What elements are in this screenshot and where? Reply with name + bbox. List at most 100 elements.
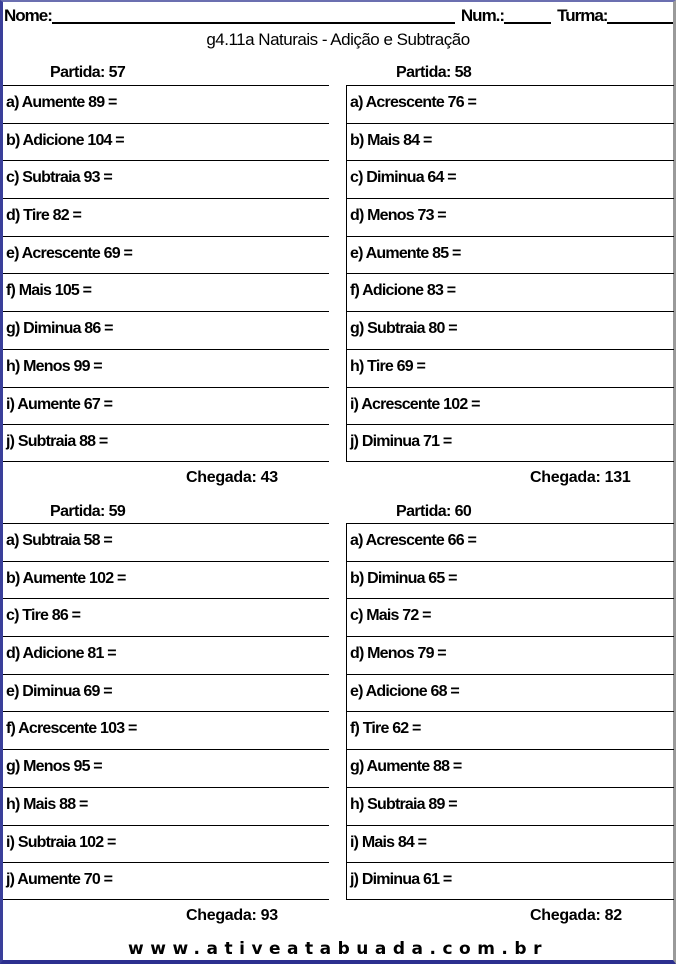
exercise-row[interactable]: b) Mais 84 = bbox=[347, 122, 674, 161]
exercise-row[interactable]: h) Menos 99 = bbox=[3, 348, 329, 387]
exercise-text: d) Menos 79 = bbox=[350, 645, 447, 663]
exercise-text: h) Subtraia 89 = bbox=[350, 795, 458, 813]
chegada-label: Chegada: 131 bbox=[530, 469, 631, 486]
exercise-text: d) Tire 82 = bbox=[6, 207, 82, 225]
student-info-header: Nome: Num.: Turma: bbox=[4, 2, 673, 26]
exercise-row[interactable]: c) Subtraia 93 = bbox=[3, 160, 329, 198]
exercise-block-4: a) Acrescente 66 = b) Diminua 65 = c) Ma… bbox=[346, 523, 674, 900]
exercise-row[interactable]: a) Acrescente 66 = bbox=[347, 523, 674, 561]
exercise-text: h) Mais 88 = bbox=[6, 795, 88, 813]
exercise-row[interactable]: c) Tire 86 = bbox=[3, 598, 329, 636]
exercise-text: i) Acrescente 102 = bbox=[350, 395, 480, 413]
num-label: Num.: bbox=[460, 6, 505, 25]
exercise-text: a) Aumente 89 = bbox=[6, 94, 117, 111]
exercise-row[interactable]: d) Tire 82 = bbox=[3, 198, 329, 236]
exercise-block-2: a) Acrescente 76 = b) Mais 84 = c) Dimin… bbox=[346, 85, 674, 462]
exercise-row[interactable]: j) Aumente 70 = bbox=[3, 862, 329, 900]
partida-label: Partida: 57 bbox=[50, 64, 126, 81]
chegada-label: Chegada: 93 bbox=[186, 907, 278, 924]
exercise-row[interactable]: e) Adicione 68 = bbox=[347, 673, 674, 712]
exercise-row[interactable]: b) Aumente 102 = bbox=[3, 560, 329, 599]
exercise-text: g) Aumente 88 = bbox=[350, 758, 462, 776]
exercise-text: g) Subtraia 80 = bbox=[350, 320, 458, 338]
chegada-label: Chegada: 43 bbox=[186, 469, 278, 486]
exercise-text: a) Subtraia 58 = bbox=[6, 532, 113, 549]
exercise-row[interactable]: j) Diminua 71 = bbox=[347, 424, 674, 462]
exercise-row[interactable]: e) Diminua 69 = bbox=[3, 673, 329, 712]
exercise-row[interactable]: e) Acrescente 69 = bbox=[3, 235, 329, 274]
exercise-row[interactable]: g) Menos 95 = bbox=[3, 749, 329, 787]
exercise-row[interactable]: g) Subtraia 80 = bbox=[347, 311, 674, 349]
exercise-text: f) Tire 62 = bbox=[350, 720, 421, 738]
exercise-text: j) Aumente 70 = bbox=[6, 871, 113, 889]
exercise-row[interactable]: a) Aumente 89 = bbox=[3, 85, 329, 123]
exercise-row[interactable]: d) Menos 79 = bbox=[347, 636, 674, 674]
turma-label: Turma: bbox=[557, 6, 608, 25]
worksheet-title: g4.11a Naturais - Adição e Subtração bbox=[206, 30, 470, 49]
exercise-row[interactable]: i) Mais 84 = bbox=[347, 824, 674, 863]
exercise-row[interactable]: h) Tire 69 = bbox=[347, 348, 674, 387]
exercise-row[interactable]: h) Mais 88 = bbox=[3, 786, 329, 825]
exercise-row[interactable]: f) Adicione 83 = bbox=[347, 273, 674, 311]
exercise-row[interactable]: i) Acrescente 102 = bbox=[347, 386, 674, 425]
exercise-text: h) Tire 69 = bbox=[350, 357, 426, 375]
exercise-text: f) Mais 105 = bbox=[6, 282, 92, 300]
exercise-text: g) Diminua 86 = bbox=[6, 320, 114, 338]
exercise-text: b) Mais 84 = bbox=[350, 131, 432, 149]
exercise-text: i) Subtraia 102 = bbox=[6, 833, 116, 851]
exercise-text: h) Menos 99 = bbox=[6, 357, 103, 375]
exercise-row[interactable]: f) Acrescente 103 = bbox=[3, 711, 329, 749]
exercise-text: b) Diminua 65 = bbox=[350, 569, 458, 587]
exercise-row[interactable]: h) Subtraia 89 = bbox=[347, 786, 674, 825]
exercise-text: c) Subtraia 93 = bbox=[6, 169, 113, 187]
partida-label: Partida: 59 bbox=[50, 503, 126, 520]
exercise-row[interactable]: f) Tire 62 = bbox=[347, 711, 674, 749]
exercise-text: i) Aumente 67 = bbox=[6, 395, 113, 413]
exercise-row[interactable]: d) Menos 73 = bbox=[347, 198, 674, 236]
exercise-text: c) Mais 72 = bbox=[350, 607, 431, 625]
chegada-label: Chegada: 82 bbox=[530, 907, 622, 924]
exercise-row[interactable]: j) Diminua 61 = bbox=[347, 862, 674, 900]
exercise-text: f) Acrescente 103 = bbox=[6, 720, 137, 738]
exercise-text: a) Acrescente 76 = bbox=[350, 94, 477, 111]
exercise-row[interactable]: d) Adicione 81 = bbox=[3, 636, 329, 674]
exercise-text: e) Aumente 85 = bbox=[350, 244, 461, 262]
exercise-text: e) Acrescente 69 = bbox=[6, 244, 133, 262]
num-field-line[interactable] bbox=[504, 4, 552, 24]
website-footer: www.ativeatabuada.com.br bbox=[128, 939, 548, 959]
exercise-row[interactable]: c) Mais 72 = bbox=[347, 598, 674, 636]
exercise-row[interactable]: i) Subtraia 102 = bbox=[3, 824, 329, 863]
exercise-text: j) Subtraia 88 = bbox=[6, 433, 108, 451]
exercise-text: g) Menos 95 = bbox=[6, 758, 103, 776]
exercise-text: d) Adicione 81 = bbox=[6, 645, 117, 663]
exercise-text: c) Tire 86 = bbox=[6, 607, 81, 625]
turma-field-line[interactable] bbox=[607, 4, 673, 24]
name-field-line[interactable] bbox=[51, 4, 455, 24]
exercise-row[interactable]: b) Adicione 104 = bbox=[3, 122, 329, 161]
exercise-text: b) Aumente 102 = bbox=[6, 569, 126, 587]
exercise-text: j) Diminua 61 = bbox=[350, 871, 452, 889]
exercise-text: b) Adicione 104 = bbox=[6, 131, 125, 149]
exercise-text: d) Menos 73 = bbox=[350, 207, 447, 225]
exercise-text: c) Diminua 64 = bbox=[350, 169, 457, 187]
exercise-row[interactable]: j) Subtraia 88 = bbox=[3, 424, 329, 462]
exercise-text: e) Diminua 69 = bbox=[6, 682, 113, 700]
exercise-row[interactable]: c) Diminua 64 = bbox=[347, 160, 674, 198]
exercise-row[interactable]: a) Acrescente 76 = bbox=[347, 85, 674, 123]
exercise-row[interactable]: e) Aumente 85 = bbox=[347, 235, 674, 274]
partida-label: Partida: 60 bbox=[396, 503, 472, 520]
exercise-text: f) Adicione 83 = bbox=[350, 282, 456, 300]
exercise-row[interactable]: g) Diminua 86 = bbox=[3, 311, 329, 349]
partida-label: Partida: 58 bbox=[396, 64, 472, 81]
exercise-block-3: a) Subtraia 58 = b) Aumente 102 = c) Tir… bbox=[3, 523, 329, 900]
exercise-row[interactable]: g) Aumente 88 = bbox=[347, 749, 674, 787]
exercise-row[interactable]: f) Mais 105 = bbox=[3, 273, 329, 311]
exercise-text: e) Adicione 68 = bbox=[350, 682, 460, 700]
name-label: Nome: bbox=[4, 6, 53, 25]
exercise-text: i) Mais 84 = bbox=[350, 833, 427, 851]
exercise-row[interactable]: a) Subtraia 58 = bbox=[3, 523, 329, 561]
exercise-block-1: a) Aumente 89 = b) Adicione 104 = c) Sub… bbox=[3, 85, 329, 462]
exercise-row[interactable]: b) Diminua 65 = bbox=[347, 560, 674, 599]
exercise-row[interactable]: i) Aumente 67 = bbox=[3, 386, 329, 425]
exercise-text: a) Acrescente 66 = bbox=[350, 532, 477, 549]
